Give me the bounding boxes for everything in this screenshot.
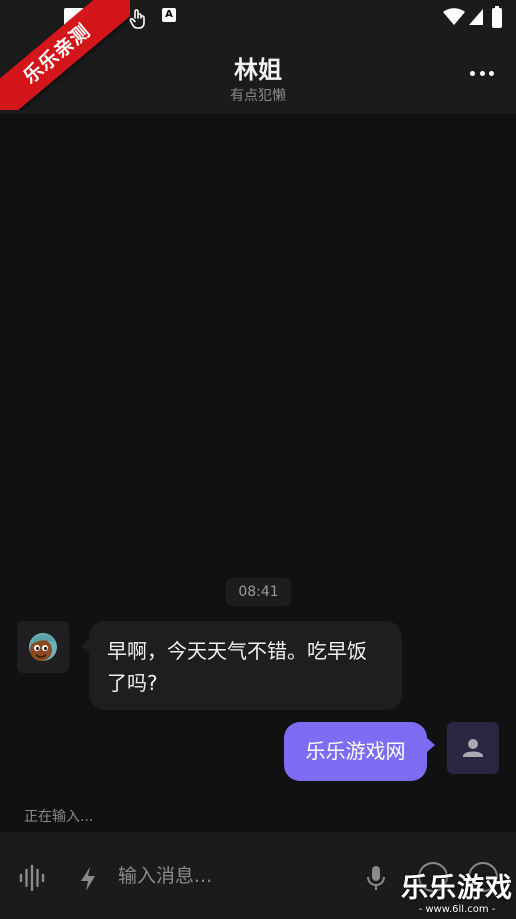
font-icon: A — [162, 8, 176, 22]
voice-wave-icon[interactable] — [18, 864, 46, 892]
incoming-message-bubble[interactable]: 早啊，今天天气不错。吃早饭了吗? — [81, 621, 402, 710]
person-icon — [463, 739, 483, 757]
chat-area[interactable]: 08:41 早啊，今天天气不错。吃早饭了吗? 乐乐游戏网 正在输入... — [0, 114, 516, 832]
typing-indicator: 正在输入... — [24, 809, 94, 825]
user-avatar[interactable] — [447, 722, 499, 774]
outgoing-message-bubble[interactable]: 乐乐游戏网 — [284, 722, 435, 781]
contact-avatar[interactable] — [17, 621, 69, 673]
battery-icon — [492, 6, 502, 28]
message-timestamp: 08:41 — [226, 578, 291, 606]
microphone-icon[interactable] — [365, 864, 387, 892]
watermark-site: - www.6ll.com - — [418, 904, 496, 915]
ribbon-watermark: 乐乐亲测 — [0, 0, 130, 110]
more-options-icon[interactable] — [470, 70, 494, 78]
touch-icon — [129, 9, 145, 29]
watermark-brand: 乐乐游戏 — [401, 873, 513, 904]
signal-icon — [469, 9, 483, 25]
site-watermark: 乐乐游戏 - www.6ll.com - — [400, 874, 514, 916]
ribbon-label: 乐乐亲测 — [0, 0, 130, 110]
message-input[interactable] — [118, 862, 338, 890]
lightning-icon[interactable] — [78, 866, 98, 892]
wifi-icon — [443, 8, 465, 25]
